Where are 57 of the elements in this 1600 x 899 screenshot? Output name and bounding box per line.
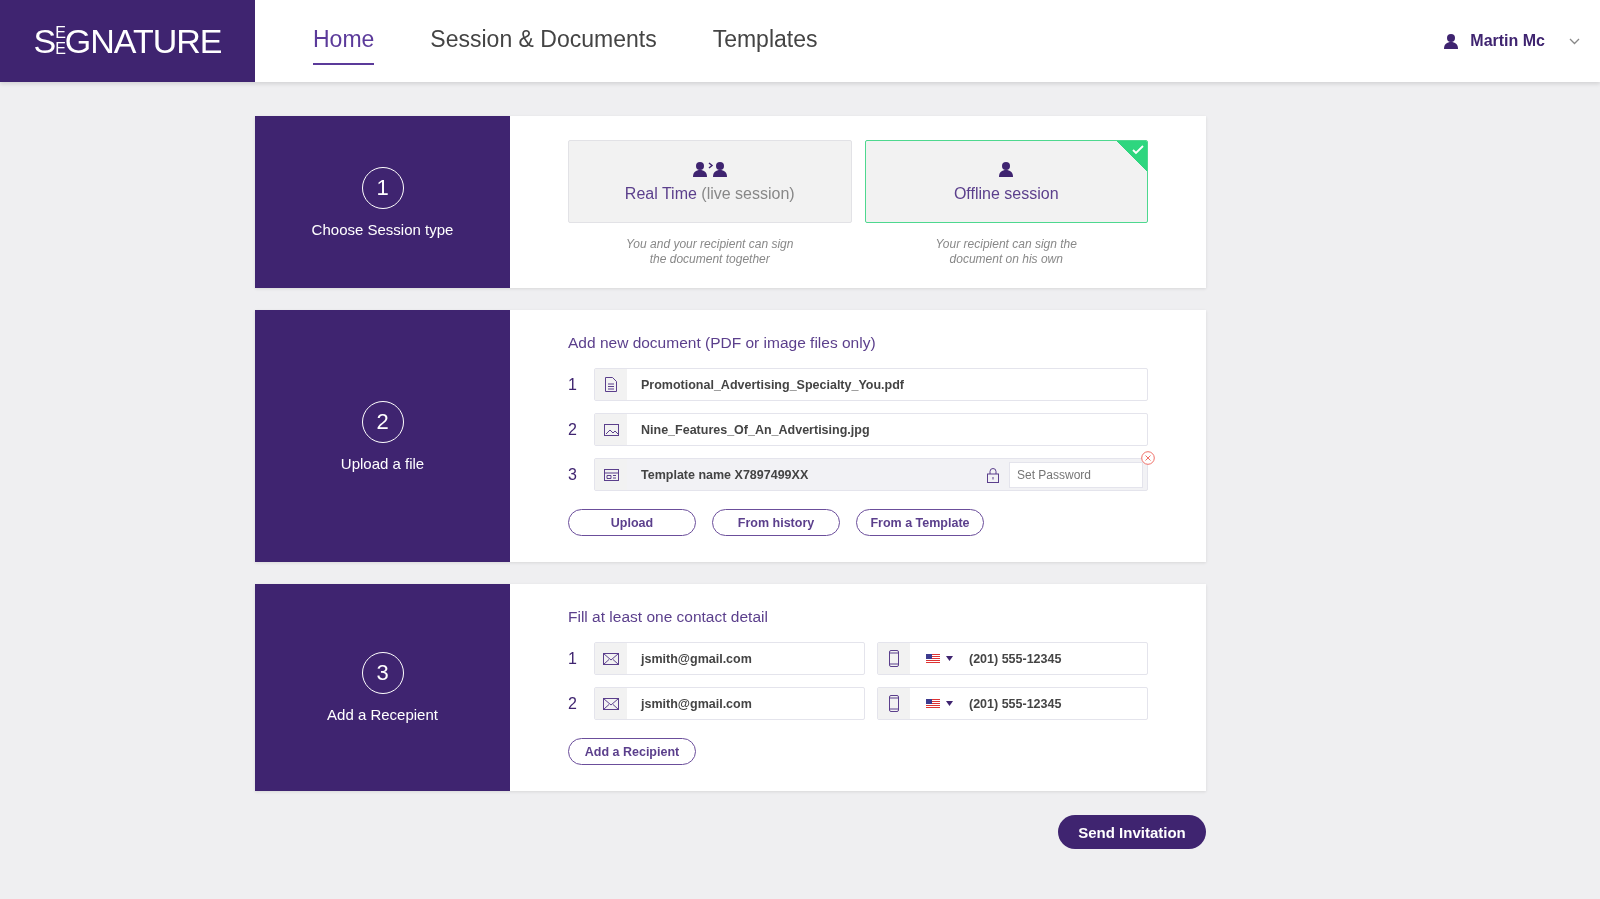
email-value: jsmith@gmail.com <box>639 651 753 666</box>
email-field[interactable]: jsmith@gmail.com <box>594 642 865 675</box>
file-field[interactable]: Template name X7897499XX Set Password <box>594 458 1148 491</box>
file-field[interactable]: Nine_Features_Of_An_Advertising.jpg <box>594 413 1148 446</box>
session-option[interactable]: Offline session <box>864 140 1148 223</box>
step-label: Upload a file <box>340 454 425 472</box>
section-heading: Fill at least one contact detail <box>568 608 769 626</box>
password-field[interactable]: Set Password <box>1009 461 1143 488</box>
action-button[interactable]: Add a Recipient <box>568 738 696 765</box>
flag-icon <box>926 653 940 664</box>
template-icon <box>603 468 619 481</box>
session-option-description: Your recipient can sign the document on his own <box>934 237 1078 267</box>
nav-tab[interactable]: Templates <box>712 17 818 65</box>
step-label: Add a Recepient <box>327 706 438 723</box>
phone-field[interactable]: (201) 555-12345 <box>877 642 1148 675</box>
step-label: Choose Session type <box>311 220 454 238</box>
document-icon <box>605 377 617 392</box>
phone-icon <box>889 695 899 712</box>
file-name: Template name X7897499XX <box>640 467 810 482</box>
remove-icon[interactable] <box>1141 451 1155 465</box>
phone-value: (201) 555-12345 <box>969 651 1063 666</box>
phone-icon <box>889 650 899 667</box>
chevron-down-icon[interactable] <box>1569 37 1580 45</box>
user-name[interactable]: Martin Mc <box>1470 32 1545 50</box>
flag-icon <box>926 698 940 709</box>
phone-field[interactable]: (201) 555-12345 <box>877 687 1148 720</box>
envelope-icon <box>603 697 619 710</box>
row-number: 3 <box>568 465 578 484</box>
file-field[interactable]: Promotional_Advertising_Specialty_You.pdf <box>594 368 1148 401</box>
email-value: jsmith@gmail.com <box>639 696 753 711</box>
session-option[interactable]: Real Time (live session) <box>568 140 852 223</box>
action-button[interactable]: From a Template <box>856 509 984 536</box>
lock-icon <box>987 466 999 483</box>
two-people-icon <box>692 160 727 177</box>
action-button[interactable]: From history <box>712 509 840 536</box>
email-field[interactable]: jsmith@gmail.com <box>594 687 865 720</box>
phone-value: (201) 555-12345 <box>969 696 1063 711</box>
action-button[interactable]: Upload <box>568 509 696 536</box>
file-name: Nine_Features_Of_An_Advertising.jpg <box>640 422 871 437</box>
caret-icon[interactable] <box>946 656 953 661</box>
envelope-icon <box>603 652 619 665</box>
person-icon <box>999 160 1014 177</box>
row-number: 1 <box>568 375 578 394</box>
row-number: 1 <box>568 649 578 668</box>
session-option-title: Real Time (live session) <box>624 184 795 203</box>
file-name: Promotional_Advertising_Specialty_You.pdf <box>640 377 905 392</box>
nav-tab[interactable]: Session & Documents <box>430 17 657 65</box>
session-option-title: Offline session <box>953 184 1059 203</box>
send-invitation-button[interactable]: Send Invitation <box>1058 815 1206 849</box>
row-number: 2 <box>568 694 578 713</box>
image-icon <box>603 423 619 436</box>
nav-tab[interactable]: Home <box>313 17 375 65</box>
caret-icon[interactable] <box>946 701 953 706</box>
user-icon <box>1444 33 1459 49</box>
row-number: 2 <box>568 420 578 439</box>
section-heading: Add new document (PDF or image files only) <box>568 334 877 352</box>
session-option-description: You and your recipient can sign the document together <box>625 237 795 267</box>
